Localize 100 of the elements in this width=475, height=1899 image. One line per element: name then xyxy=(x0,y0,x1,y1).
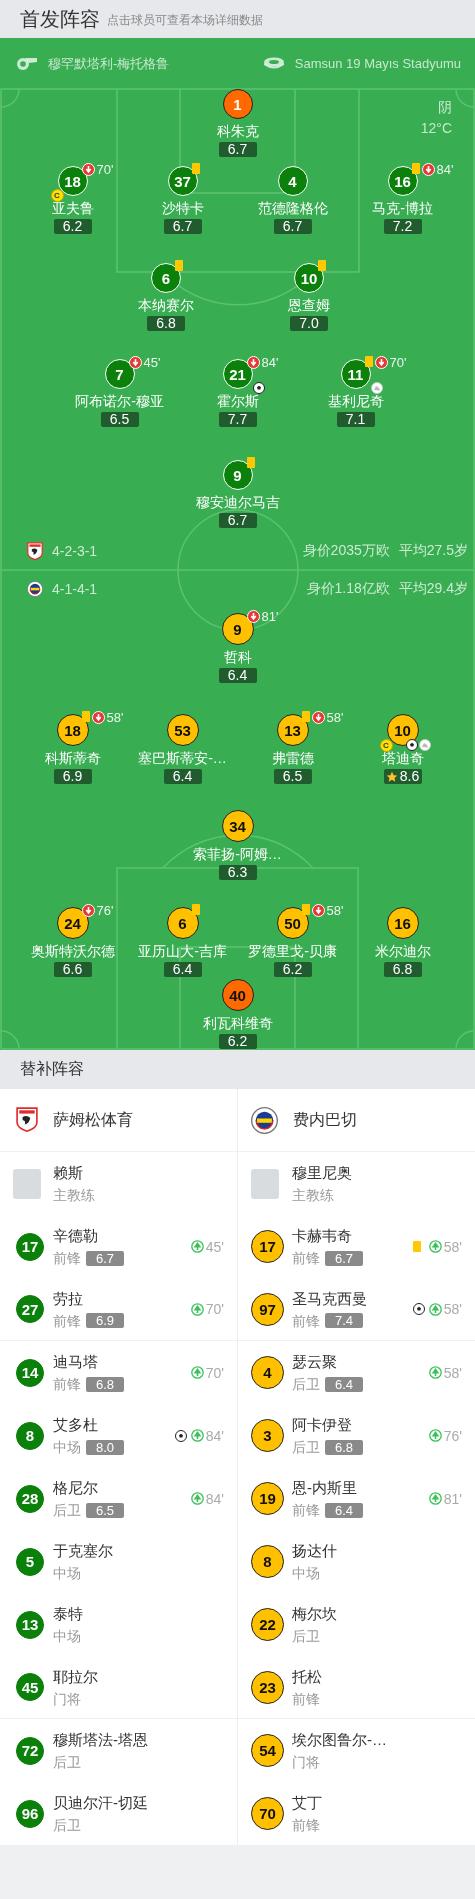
substitution-minute: 58' xyxy=(443,1364,462,1381)
player-name: 范德隆格伦 xyxy=(257,200,328,217)
player-number[interactable]: 18 xyxy=(56,714,89,746)
substitution-out-icon xyxy=(421,163,435,176)
player-name: 艾丁 xyxy=(292,1793,322,1812)
player-name: 卡赫韦奇 xyxy=(292,1226,353,1245)
player-number[interactable]: 24 xyxy=(56,907,89,939)
coach-role: 主教练 xyxy=(292,1186,335,1204)
player-name: 于克塞尔 xyxy=(53,1541,113,1560)
formation-text: 4-1-4-1 xyxy=(52,581,98,597)
player-position: 前锋 xyxy=(292,1816,320,1834)
player-number[interactable]: 5 xyxy=(16,1547,44,1576)
player-number[interactable]: 3 xyxy=(251,1419,284,1452)
team-name: 萨姆松体育 xyxy=(53,1109,133,1130)
hint-text: 点击球员可查看本场详细数据 xyxy=(107,12,263,29)
player-name: 哲科 xyxy=(223,649,252,666)
player-number[interactable]: 9 xyxy=(221,613,254,645)
player-number[interactable]: 96 xyxy=(16,1799,44,1828)
player-number[interactable]: 45 xyxy=(16,1673,44,1701)
player-name: 圣马克西曼 xyxy=(292,1288,367,1308)
player-number[interactable]: 50 xyxy=(276,907,309,939)
player-name: 马克-博拉 xyxy=(372,200,433,217)
player-name: 恩查姆 xyxy=(288,297,330,314)
substitution-out-icon xyxy=(81,904,95,917)
team-logo xyxy=(16,1107,38,1133)
player-number[interactable]: 17 xyxy=(251,1230,284,1263)
player-number[interactable]: 13 xyxy=(16,1610,44,1639)
player-number[interactable]: 23 xyxy=(251,1670,284,1704)
player-name: 霍尔斯 xyxy=(216,393,259,410)
player-number[interactable]: 11 xyxy=(340,359,371,389)
star-icon xyxy=(385,770,398,783)
substitution-in-icon xyxy=(428,1240,442,1253)
substitution-minute: 81' xyxy=(261,609,279,624)
player-number[interactable]: 6 xyxy=(151,263,181,293)
player-number[interactable]: 28 xyxy=(16,1484,44,1513)
player-number[interactable]: 97 xyxy=(251,1292,284,1326)
player-number[interactable]: 34 xyxy=(221,810,254,842)
player-number[interactable]: 10 xyxy=(294,263,324,293)
player-number[interactable]: 54 xyxy=(251,1734,284,1767)
player-number[interactable]: 13 xyxy=(276,714,309,746)
player-position: 后卫 xyxy=(292,1375,320,1393)
player-name: 泰特 xyxy=(53,1604,83,1623)
player-position: 前锋 xyxy=(292,1311,320,1330)
player-rating: 6.7 xyxy=(163,219,202,234)
substitution-out-icon xyxy=(246,356,260,369)
player-number[interactable]: 70 xyxy=(251,1797,284,1830)
player-number[interactable]: 16 xyxy=(386,907,419,939)
player-rating: 8.6 xyxy=(383,769,422,784)
market-value-text: 身价1.18亿欧 xyxy=(306,580,390,598)
substitution-minute: 45' xyxy=(205,1238,224,1255)
player-position: 前锋 xyxy=(53,1249,81,1267)
player-number[interactable]: 6 xyxy=(166,907,199,939)
player-position: 前锋 xyxy=(292,1249,320,1267)
football-icon xyxy=(252,382,265,394)
player-name: 索菲扬-阿姆… xyxy=(193,846,282,863)
player-number[interactable]: 37 xyxy=(167,166,198,196)
player-number[interactable]: 4 xyxy=(251,1356,284,1389)
substitution-in-icon xyxy=(428,1302,442,1316)
player-number[interactable]: 21 xyxy=(222,359,253,389)
player-number[interactable]: 17 xyxy=(16,1232,44,1261)
substitution-minute: 45' xyxy=(143,355,161,370)
player-number[interactable]: 7 xyxy=(104,359,135,389)
player-number[interactable]: 9 xyxy=(222,460,253,490)
player-number[interactable]: 8 xyxy=(251,1545,284,1578)
player-rating: 6.7 xyxy=(325,1250,363,1266)
substitution-in-icon xyxy=(428,1492,442,1505)
player-number[interactable]: 14 xyxy=(16,1358,44,1387)
player-rating: 6.4 xyxy=(325,1376,363,1392)
player-number[interactable]: 8 xyxy=(16,1421,44,1450)
player-rating: 7.2 xyxy=(383,219,422,234)
player-position: 门将 xyxy=(53,1689,81,1708)
player-number[interactable]: 22 xyxy=(251,1608,284,1641)
player-number[interactable]: 72 xyxy=(16,1736,44,1765)
player-position: 门将 xyxy=(292,1753,320,1771)
player-number[interactable]: 27 xyxy=(16,1295,44,1323)
section-title: 替补阵容 xyxy=(20,1059,84,1079)
stadium-icon xyxy=(262,57,285,70)
player-rating: 6.8 xyxy=(147,316,185,331)
substitution-minute: 70' xyxy=(205,1301,224,1317)
player-number[interactable]: 19 xyxy=(251,1482,284,1515)
substitution-out-icon xyxy=(374,356,388,369)
player-rating: 6.7 xyxy=(218,513,257,528)
player-rating: 6.2 xyxy=(53,219,92,234)
player-number[interactable]: 40 xyxy=(221,979,254,1011)
player-number[interactable]: 4 xyxy=(277,166,308,196)
player-rating: 6.4 xyxy=(163,962,202,977)
temperature-text: 12°C xyxy=(420,120,452,136)
player-rating: 6.4 xyxy=(218,668,257,683)
coach-name: 赖斯 xyxy=(53,1163,84,1182)
photo-placeholder xyxy=(13,1168,41,1199)
player-rating: 6.9 xyxy=(53,769,92,784)
player-name: 基利尼奇 xyxy=(327,393,384,410)
substitution-minute: 76' xyxy=(443,1427,462,1444)
player-number[interactable]: 53 xyxy=(166,714,199,746)
substitution-minute: 84' xyxy=(436,162,454,177)
player-name: 亚历山大-吉库 xyxy=(138,943,227,960)
player-name: 瑟云聚 xyxy=(292,1352,338,1371)
player-rating: 6.7 xyxy=(273,219,312,234)
player-number[interactable]: 16 xyxy=(387,166,418,196)
player-name: 米尔迪尔 xyxy=(374,943,431,960)
